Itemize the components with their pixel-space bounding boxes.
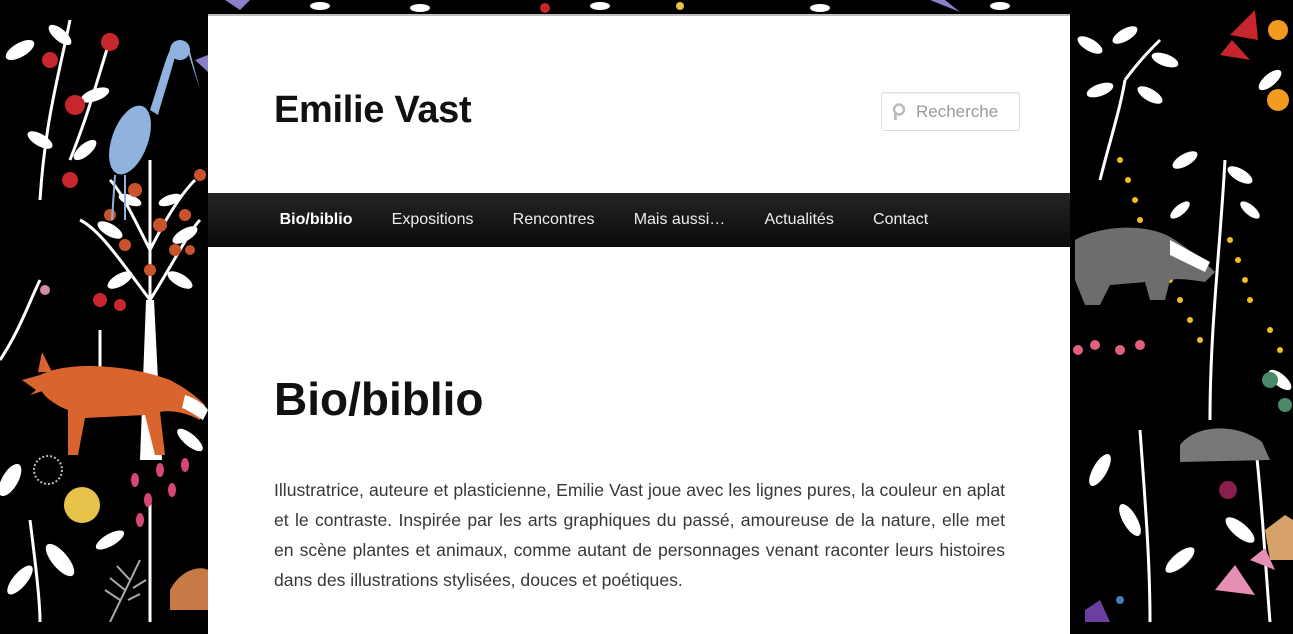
- page-title: Bio/biblio: [274, 373, 484, 425]
- nav-item-expositions[interactable]: Expositions: [372, 193, 493, 247]
- search-input[interactable]: [916, 101, 1016, 122]
- nav-item-mais-aussi[interactable]: Mais aussi…: [614, 193, 745, 247]
- page-container: Emilie Vast Bio/biblio Expositions Renco…: [208, 14, 1070, 634]
- nav-item-bio-biblio[interactable]: Bio/biblio: [260, 193, 372, 247]
- main-navigation: Bio/biblio Expositions Rencontres Mais a…: [208, 193, 1070, 247]
- nav-item-contact[interactable]: Contact: [853, 193, 947, 247]
- nav-item-actualites[interactable]: Actualités: [745, 193, 854, 247]
- bio-paragraph: Illustratrice, auteure et plasticienne, …: [274, 480, 1005, 590]
- site-title[interactable]: Emilie Vast: [274, 88, 472, 132]
- search-icon: [891, 102, 907, 121]
- nav-item-rencontres[interactable]: Rencontres: [493, 193, 614, 247]
- search-box[interactable]: [881, 92, 1020, 131]
